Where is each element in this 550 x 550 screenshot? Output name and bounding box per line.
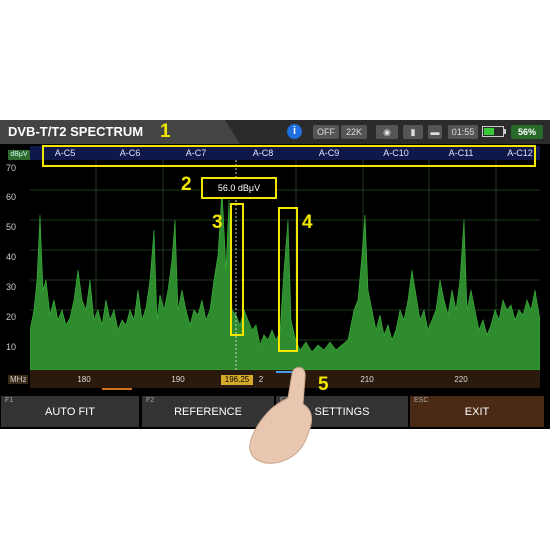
app-title: DVB-T/T2 SPECTRUM xyxy=(8,124,144,139)
exit-button[interactable]: ESC EXIT xyxy=(410,396,544,427)
battery-icon xyxy=(482,126,504,137)
fn-key-label: F2 xyxy=(146,397,155,404)
analyzer-screen: DVB-T/T2 SPECTRUM i OFF 22K ◉ ▮ ▬ 01:55 … xyxy=(0,120,550,429)
clock: 01:55 xyxy=(448,125,478,139)
sd-card-icon: ▮ xyxy=(403,125,423,139)
lnb-power-status[interactable]: OFF xyxy=(313,125,339,139)
channel-label[interactable]: A-C9 xyxy=(299,146,359,160)
channel-label[interactable]: A-C10 xyxy=(366,146,426,160)
softkey-bar: F1 AUTO FIT F2 REFERENCE F3 SETTINGS ESC… xyxy=(0,396,550,429)
fn-key-label: F3 xyxy=(280,397,289,404)
y-tick-label: 20 xyxy=(6,312,17,322)
y-tick-label: 50 xyxy=(6,222,17,232)
channel-label[interactable]: A-C8 xyxy=(233,146,293,160)
battery-percent: 56% xyxy=(511,125,543,139)
x-tick-label: 190 xyxy=(171,375,185,384)
channel-label[interactable]: A-C12 xyxy=(490,146,550,160)
y-unit-label: dBμV xyxy=(8,150,30,160)
channel-label[interactable]: A-C7 xyxy=(166,146,226,160)
info-icon[interactable]: i xyxy=(287,124,302,139)
x-tick-label: 220 xyxy=(454,375,468,384)
y-tick-label: 40 xyxy=(6,252,17,262)
channel-label[interactable]: A-C5 xyxy=(35,146,95,160)
fn-key-label: ESC xyxy=(414,397,429,404)
button-label: SETTINGS xyxy=(314,406,370,418)
marker-frequency-label[interactable]: 196.25 xyxy=(221,375,253,385)
battery-tip xyxy=(504,129,506,134)
channel-label[interactable]: A-C11 xyxy=(431,146,491,160)
y-tick-label: 70 xyxy=(6,163,17,173)
channel-row: A-C5 A-C6 A-C7 A-C8 A-C9 A-C10 A-C11 A-C… xyxy=(30,146,540,160)
reference-button[interactable]: F2 REFERENCE xyxy=(142,396,274,427)
y-tick-label: 60 xyxy=(6,192,17,202)
battery-fill xyxy=(484,128,494,135)
spectrum-plot[interactable] xyxy=(30,160,540,370)
title-bar: DVB-T/T2 SPECTRUM i OFF 22K ◉ ▮ ▬ 01:55 … xyxy=(0,120,550,144)
button-label: REFERENCE xyxy=(174,406,242,418)
x-tick-label: 2 xyxy=(258,375,264,384)
auto-fit-button[interactable]: F1 AUTO FIT xyxy=(1,396,139,427)
settings-button[interactable]: F3 SETTINGS xyxy=(276,396,408,427)
button-label: AUTO FIT xyxy=(45,406,95,418)
span-indicator xyxy=(102,388,132,390)
x-unit-label: MHz xyxy=(8,375,29,384)
eye-icon: ◉ xyxy=(376,125,398,139)
tone-status[interactable]: 22K xyxy=(341,125,367,139)
fn-key-label: F1 xyxy=(5,397,14,404)
x-tick-label: 180 xyxy=(77,375,91,384)
channel-label[interactable]: A-C6 xyxy=(100,146,160,160)
button-label: EXIT xyxy=(464,406,490,418)
y-tick-label: 30 xyxy=(6,282,17,292)
network-icon: ▬ xyxy=(428,125,442,139)
marker-dot xyxy=(233,184,239,190)
y-tick-label: 10 xyxy=(6,342,17,352)
x-tick-label: 210 xyxy=(360,375,374,384)
